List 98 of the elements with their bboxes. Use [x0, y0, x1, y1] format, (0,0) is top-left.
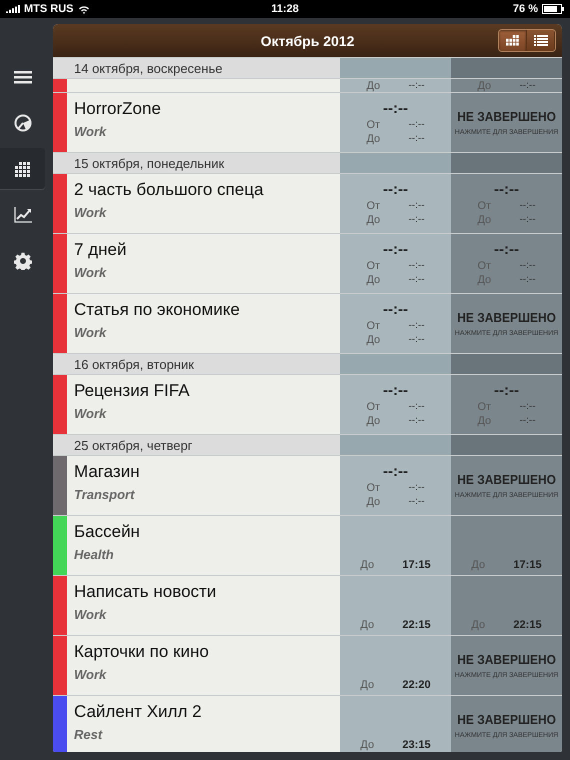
- view-toggle-button[interactable]: [499, 30, 527, 51]
- from-time: --:--: [519, 258, 536, 272]
- task-title: Бассейн: [74, 522, 140, 542]
- to-time: --:--: [519, 212, 536, 226]
- from-time: --:--: [408, 258, 425, 272]
- due-time: 23:15: [402, 738, 431, 752]
- due-time: 22:20: [402, 678, 431, 692]
- to-label: До: [366, 494, 382, 508]
- time-value: --:--: [383, 382, 408, 398]
- time-value: --:--: [494, 180, 519, 198]
- from-time: --:--: [408, 118, 425, 132]
- to-time: --:--: [408, 494, 425, 508]
- signal-icon: [6, 4, 20, 14]
- to-time: --:--: [408, 132, 425, 146]
- time-value: --:--: [494, 382, 519, 398]
- clock-time: 11:28: [271, 3, 299, 15]
- pie-chart-icon: [14, 114, 32, 132]
- to-label: До: [366, 79, 382, 93]
- to-time: --:--: [519, 272, 536, 286]
- to-time: --:--: [408, 272, 425, 286]
- from-time: --:--: [519, 400, 536, 414]
- task-title: Статья по экономике: [74, 300, 240, 320]
- from-time: --:--: [408, 480, 425, 494]
- to-time: --:--: [408, 414, 425, 428]
- to-label: До: [366, 332, 382, 346]
- grid-icon: [506, 35, 519, 46]
- incomplete-status[interactable]: НЕ ЗАВЕРШЕНО: [457, 109, 556, 124]
- from-label: От: [366, 400, 382, 414]
- to-time: --:--: [408, 332, 425, 346]
- from-time: --:--: [408, 400, 425, 414]
- date-header: 14 октября, воскресенье: [53, 58, 340, 78]
- sidebar-item[interactable]: [0, 148, 45, 190]
- date-header: 16 октября, вторник: [53, 354, 340, 374]
- battery-percent: 76 %: [512, 3, 538, 15]
- from-time: --:--: [408, 318, 425, 332]
- task-category: Work: [74, 265, 106, 280]
- trend-chart-icon: [14, 207, 32, 223]
- task-category: Work: [74, 406, 106, 421]
- to-label: До: [360, 678, 376, 692]
- battery-icon: [542, 4, 564, 14]
- task-category: Transport: [74, 487, 134, 502]
- task-title: Магазин: [74, 462, 140, 482]
- carrier-name: MTS RUS: [24, 3, 74, 15]
- incomplete-status[interactable]: НЕ ЗАВЕРШЕНО: [457, 712, 556, 727]
- settings-icon: [14, 252, 32, 270]
- task-category: Rest: [74, 727, 102, 742]
- to-time: --:--: [408, 79, 425, 93]
- task-title: Сайлент Хилл 2: [74, 702, 202, 722]
- from-time: --:--: [408, 198, 425, 212]
- task-category: Work: [74, 325, 106, 340]
- task-category: Health: [74, 547, 114, 562]
- time-value: --:--: [383, 240, 408, 258]
- from-label: От: [366, 198, 382, 212]
- due-time: 17:15: [513, 558, 542, 572]
- month-title: Октябрь 2012: [260, 32, 354, 48]
- task-category: Work: [74, 124, 106, 139]
- to-time: --:--: [519, 79, 536, 93]
- to-label: До: [366, 414, 382, 428]
- time-value: --:--: [494, 240, 519, 258]
- time-value: --:--: [383, 300, 408, 318]
- to-label: До: [360, 738, 376, 752]
- incomplete-status[interactable]: НЕ ЗАВЕРШЕНО: [457, 472, 556, 487]
- to-label: До: [366, 272, 382, 286]
- to-label: До: [366, 212, 382, 226]
- task-category: Work: [74, 205, 106, 220]
- from-label: От: [366, 258, 382, 272]
- from-label: От: [366, 318, 382, 332]
- due-time: 22:15: [402, 618, 431, 632]
- to-time: --:--: [519, 414, 536, 428]
- menu-icon: [14, 70, 32, 84]
- task-title: 7 дней: [74, 240, 126, 260]
- task-category: Work: [74, 607, 106, 622]
- date-header: 15 октября, понедельник: [53, 153, 340, 173]
- time-value: --:--: [383, 100, 408, 116]
- time-value: --:--: [383, 180, 408, 198]
- date-header: 25 октября, четверг: [53, 435, 340, 455]
- grid-icon: [15, 162, 30, 176]
- list-icon: [534, 35, 548, 46]
- time-value: --:--: [383, 462, 408, 480]
- task-category: Work: [74, 667, 106, 682]
- task-title: Рецензия FIFA: [74, 381, 190, 401]
- task-title: Карточки по кино: [74, 642, 209, 662]
- to-label: До: [360, 558, 376, 572]
- to-label: До: [360, 618, 376, 632]
- task-title: 2 часть большого спеца: [74, 180, 264, 200]
- task-title: Написать новости: [74, 582, 216, 602]
- task-title: HorrorZone: [74, 99, 161, 119]
- from-label: От: [366, 118, 382, 132]
- to-time: --:--: [408, 212, 425, 226]
- from-label: От: [366, 480, 382, 494]
- incomplete-status[interactable]: НЕ ЗАВЕРШЕНО: [457, 310, 556, 325]
- from-time: --:--: [519, 198, 536, 212]
- to-label: До: [366, 132, 382, 146]
- incomplete-status[interactable]: НЕ ЗАВЕРШЕНО: [457, 652, 556, 667]
- due-time: 22:15: [513, 618, 542, 632]
- view-toggle-button[interactable]: [527, 30, 555, 51]
- wifi-icon: [78, 4, 90, 14]
- due-time: 17:15: [402, 558, 431, 572]
